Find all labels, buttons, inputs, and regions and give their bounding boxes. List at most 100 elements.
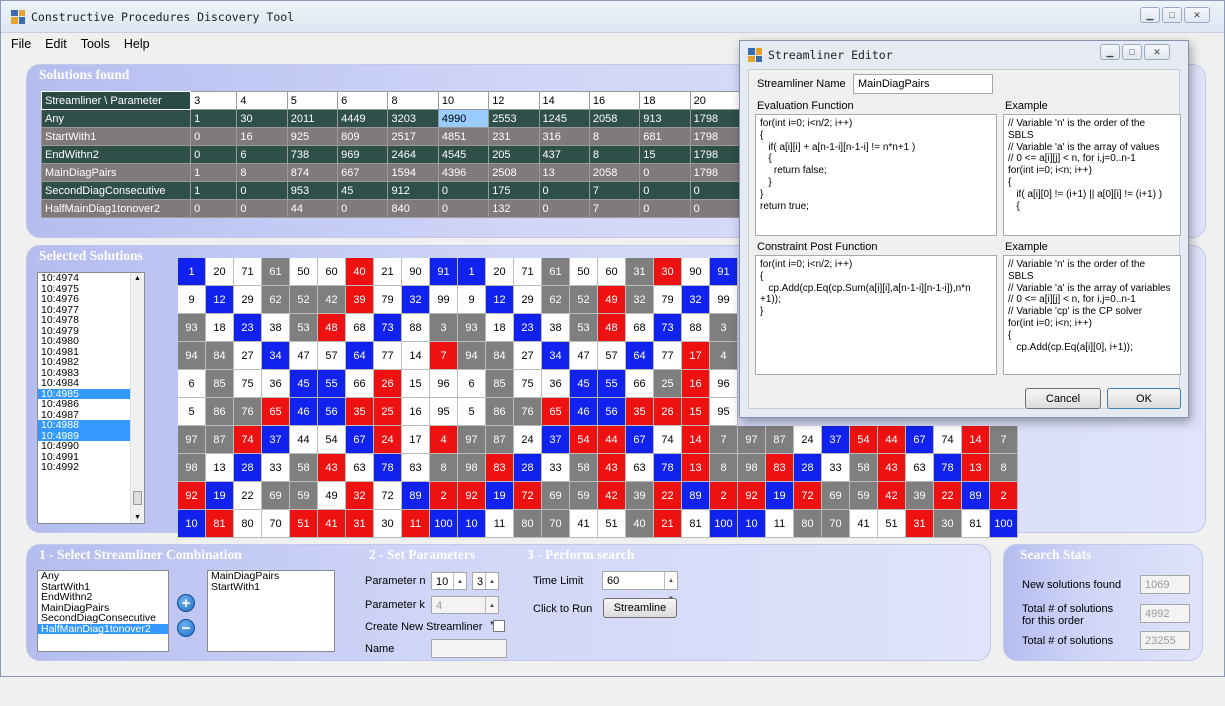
list-item[interactable]: 10:4986: [38, 399, 130, 410]
menu-file[interactable]: File: [11, 37, 31, 51]
list-item[interactable]: 10:4974: [38, 273, 130, 284]
table-row[interactable]: StartWith1 0 16 925 809 2517 4851 231 316 8 681 179…: [40, 127, 742, 146]
list-scrollbar[interactable]: ▲ ▼: [130, 273, 144, 523]
editor-minimize-button[interactable]: ▁: [1100, 44, 1120, 60]
list-item[interactable]: 10:4982: [38, 357, 130, 368]
table-cell[interactable]: 231: [488, 127, 540, 146]
table-cell[interactable]: 840: [387, 199, 439, 218]
maximize-button[interactable]: □: [1162, 7, 1182, 23]
table-cell[interactable]: 1798: [689, 109, 742, 128]
table-cell[interactable]: 912: [387, 181, 439, 200]
table-cell[interactable]: 3203: [387, 109, 439, 128]
menu-edit[interactable]: Edit: [45, 37, 67, 51]
table-cell[interactable]: 4449: [337, 109, 389, 128]
table-cell[interactable]: 2553: [488, 109, 540, 128]
time-limit-spin[interactable]: ▲▼: [664, 572, 677, 602]
param-n-input-2[interactable]: 3▲▼: [472, 572, 499, 603]
table-cell[interactable]: 0: [190, 199, 238, 218]
column-header[interactable]: 6: [337, 91, 389, 110]
param-n-spin[interactable]: ▲▼: [453, 573, 466, 603]
table-cell[interactable]: 437: [538, 145, 590, 164]
table-cell[interactable]: 4851: [437, 127, 490, 146]
column-header[interactable]: 20: [689, 91, 742, 110]
table-cell[interactable]: 7: [588, 199, 641, 218]
selected-streamliner-list[interactable]: MainDiagPairs StartWith1: [207, 570, 335, 652]
table-cell[interactable]: 809: [337, 127, 389, 146]
column-header[interactable]: 16: [588, 91, 641, 110]
table-cell[interactable]: 0: [639, 181, 691, 200]
streamliner-list[interactable]: Any StartWith1 EndWithn2 MainDiagPairs Secon…: [37, 570, 169, 652]
table-cell[interactable]: 2517: [387, 127, 439, 146]
table-cell[interactable]: 0: [437, 199, 490, 218]
post-function-editor[interactable]: for(int i=0; i<n/2; i++) { cp.Add(cp.Eq(…: [755, 255, 997, 375]
table-cell[interactable]: 913: [639, 109, 691, 128]
table-cell[interactable]: 175: [488, 181, 540, 200]
cancel-button[interactable]: Cancel: [1025, 388, 1101, 409]
table-cell[interactable]: 4396: [437, 163, 490, 182]
table-cell[interactable]: 969: [337, 145, 389, 164]
streamliner-item[interactable]: HalfMainDiag1tonover2: [38, 623, 168, 634]
menu-tools[interactable]: Tools: [81, 37, 110, 51]
table-cell[interactable]: 1798: [689, 127, 742, 146]
close-button[interactable]: ✕: [1184, 7, 1210, 23]
editor-close-button[interactable]: ✕: [1144, 44, 1170, 60]
row-label[interactable]: Any: [40, 109, 192, 128]
table-cell[interactable]: 8: [236, 163, 288, 182]
eval-function-editor[interactable]: for(int i=0; i<n/2; i++) { if( a[i][i] +…: [755, 114, 997, 236]
table-cell[interactable]: 681: [639, 127, 691, 146]
table-cell[interactable]: 7: [588, 181, 641, 200]
row-label[interactable]: StartWith1: [40, 127, 192, 146]
table-row[interactable]: SecondDiagConsecutive 1 0 953 45 912 0 175 0 7 0 0: [40, 181, 742, 200]
selected-streamliner-item[interactable]: StartWith1: [208, 581, 334, 593]
table-row[interactable]: HalfMainDiag1tonover2 0 0 44 0 840 0 132 0 7 0 0: [40, 199, 742, 218]
name-input[interactable]: [431, 639, 507, 658]
table-cell[interactable]: 13: [538, 163, 590, 182]
table-cell[interactable]: 1245: [538, 109, 590, 128]
table-cell[interactable]: 1798: [689, 163, 742, 182]
table-row[interactable]: Any 1 30 2011 4449 3203 4990 2553 1245 2058 913 179…: [40, 109, 742, 128]
table-cell[interactable]: 0: [639, 199, 691, 218]
streamliner-item[interactable]: SecondDiagConsecutive: [38, 613, 168, 624]
list-item[interactable]: 10:4976: [38, 294, 130, 305]
table-cell[interactable]: 1: [190, 109, 238, 128]
table-cell[interactable]: 667: [337, 163, 389, 182]
column-header[interactable]: 8: [387, 91, 439, 110]
table-cell[interactable]: 0: [689, 181, 742, 200]
editor-maximize-button[interactable]: □: [1122, 44, 1142, 60]
table-cell[interactable]: 132: [488, 199, 540, 218]
column-header[interactable]: 18: [639, 91, 691, 110]
table-cell[interactable]: 1: [190, 163, 238, 182]
row-label[interactable]: MainDiagPairs: [40, 163, 192, 182]
table-cell[interactable]: 925: [286, 127, 339, 146]
row-label[interactable]: HalfMainDiag1tonover2: [40, 199, 192, 218]
table-row[interactable]: MainDiagPairs 1 8 874 667 1594 4396 2508 13 2058 0…: [40, 163, 742, 182]
table-cell[interactable]: 8: [588, 127, 641, 146]
table-cell[interactable]: 44: [286, 199, 339, 218]
table-cell[interactable]: 6: [236, 145, 288, 164]
param-k-spin[interactable]: ▲ ▼: [485, 597, 498, 627]
table-cell[interactable]: 0: [437, 181, 490, 200]
table-cell[interactable]: 0: [190, 145, 238, 164]
streamliner-name-input[interactable]: MainDiagPairs: [853, 74, 993, 94]
minimize-button[interactable]: ▁: [1140, 7, 1160, 23]
table-cell[interactable]: 0: [538, 199, 590, 218]
row-label[interactable]: EndWithn2: [40, 145, 192, 164]
list-item[interactable]: 10:4980: [38, 336, 130, 347]
column-header[interactable]: 14: [538, 91, 590, 110]
time-limit-input[interactable]: 60▲▼: [602, 571, 678, 602]
table-cell[interactable]: 0: [236, 181, 288, 200]
list-item[interactable]: 10:4990: [38, 441, 130, 452]
ok-button[interactable]: OK: [1107, 388, 1181, 409]
table-cell[interactable]: 1594: [387, 163, 439, 182]
remove-icon[interactable]: −: [177, 619, 195, 637]
table-cell[interactable]: 0: [689, 199, 742, 218]
table-row[interactable]: EndWithn2 0 6 738 969 2464 4545 205 437 8 15 1798: [40, 145, 742, 164]
table-cell[interactable]: 30: [236, 109, 288, 128]
table-cell[interactable]: 45: [337, 181, 389, 200]
table-cell[interactable]: 0: [236, 199, 288, 218]
table-cell[interactable]: 2058: [588, 163, 641, 182]
table-cell[interactable]: 2508: [488, 163, 540, 182]
table-cell[interactable]: 0: [639, 163, 691, 182]
table-cell[interactable]: 874: [286, 163, 339, 182]
column-header[interactable]: 4: [236, 91, 288, 110]
